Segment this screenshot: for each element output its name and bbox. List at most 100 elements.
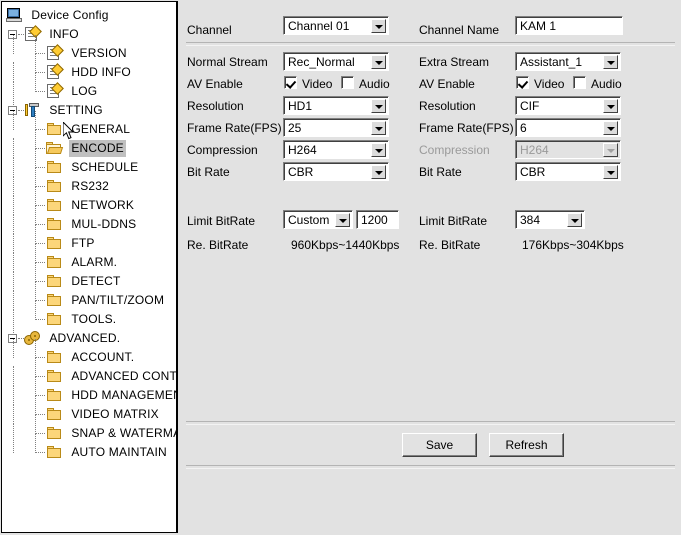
tree-item-network[interactable]: NETWORK: [2, 187, 176, 215]
tree-item-version[interactable]: VERSION: [2, 35, 176, 63]
limit-bitrate-select-right[interactable]: 384: [515, 210, 585, 229]
tree-item-ftp[interactable]: FTP: [2, 225, 176, 253]
chevron-down-icon[interactable]: [371, 19, 386, 33]
video-checkbox-left[interactable]: [284, 76, 297, 89]
tree-item-label: VERSION: [71, 46, 127, 60]
tree-item-schedule[interactable]: SCHEDULE: [2, 149, 176, 177]
limit-bitrate-label-right: Limit BitRate: [419, 214, 488, 228]
chevron-down-icon[interactable]: [603, 121, 618, 135]
tree-item-account[interactable]: ACCOUNT.: [2, 339, 176, 367]
resolution-label-right: Resolution: [419, 99, 476, 113]
tree-item-detect[interactable]: DETECT: [2, 263, 176, 291]
chevron-down-icon[interactable]: [371, 165, 386, 179]
tree-item-label: ADVANCED CONTROL.: [71, 369, 178, 383]
tree-item-tools[interactable]: TOOLS.: [2, 301, 176, 329]
document-pencil-icon: [46, 82, 64, 100]
limit-bitrate-select-left[interactable]: Custom: [283, 210, 353, 229]
chevron-down-icon[interactable]: [603, 55, 618, 69]
extra-stream-label: Extra Stream: [419, 55, 490, 69]
tree-item-label: MUL-DDNS: [71, 217, 137, 231]
video-label-left: Video: [302, 77, 333, 91]
normal-stream-value: Rec_Normal: [288, 55, 355, 69]
resolution-select-right[interactable]: CIF: [515, 96, 621, 115]
tree-item-label: NETWORK: [71, 198, 135, 212]
chevron-down-icon[interactable]: [603, 165, 618, 179]
gears-icon: [24, 330, 41, 347]
chevron-down-icon[interactable]: [371, 55, 386, 69]
config-tree-panel: Device Config INFO VERSION HDD INFO LOG …: [0, 0, 179, 535]
limit-bitrate-custom-input[interactable]: 1200: [356, 210, 399, 229]
audio-checkbox-left[interactable]: [341, 76, 354, 89]
av-enable-label-right: AV Enable: [419, 77, 475, 91]
tree-item-advanced-control[interactable]: ADVANCED CONTROL.: [2, 358, 178, 386]
resolution-select-left[interactable]: HD1: [283, 96, 389, 115]
tree-item-label: ADVANCED.: [49, 331, 121, 345]
limit-bitrate-value-left: Custom: [288, 213, 330, 227]
audio-checkbox-right[interactable]: [573, 76, 586, 89]
folder-icon: [46, 425, 63, 442]
document-pencil-icon: [24, 25, 42, 43]
normal-stream-select[interactable]: Rec_Normal: [283, 52, 389, 71]
tools-icon: [24, 102, 41, 119]
channel-select[interactable]: Channel 01: [283, 16, 389, 35]
chevron-down-icon[interactable]: [603, 99, 618, 113]
tree-item-encode[interactable]: ENCODE: [2, 130, 176, 158]
channel-name-input[interactable]: KAM 1: [515, 16, 623, 35]
extra-stream-select[interactable]: Assistant_1: [515, 52, 621, 71]
tree-item-general[interactable]: GENERAL: [2, 111, 176, 139]
bit-rate-value-left: CBR: [288, 165, 314, 179]
frame-rate-label-right: Frame Rate(FPS): [419, 121, 514, 135]
tree-item-label: PAN/TILT/ZOOM: [71, 293, 165, 307]
tree-item-info[interactable]: INFO: [2, 25, 176, 44]
channel-label: Channel: [187, 23, 232, 37]
frame-rate-label-left: Frame Rate(FPS): [187, 121, 282, 135]
channel-name-value: KAM 1: [520, 19, 557, 33]
tree-item-mul-ddns[interactable]: MUL-DDNS: [2, 206, 176, 234]
folder-icon: [46, 387, 63, 404]
chevron-down-icon[interactable]: [335, 213, 350, 227]
folder-icon: [46, 406, 63, 423]
tree-item-snap-watermark[interactable]: SNAP & WATERMARK: [2, 415, 176, 443]
frame-rate-select-left[interactable]: 25: [283, 118, 389, 137]
chevron-down-icon[interactable]: [371, 99, 386, 113]
save-button[interactable]: Save: [402, 433, 477, 457]
tree-item-rs232[interactable]: RS232: [2, 168, 176, 196]
compression-select-left[interactable]: H264: [283, 140, 389, 159]
re-bitrate-label-right: Re. BitRate: [419, 238, 481, 252]
folder-icon: [46, 235, 63, 252]
tree-item-video-matrix[interactable]: VIDEO MATRIX: [2, 396, 176, 424]
frame-rate-value-right: 6: [520, 121, 527, 135]
tree-item-log[interactable]: LOG: [2, 73, 176, 101]
chevron-down-icon[interactable]: [371, 121, 386, 135]
refresh-button[interactable]: Refresh: [489, 433, 564, 457]
re-bitrate-label-left: Re. BitRate: [187, 238, 249, 252]
av-enable-label-left: AV Enable: [187, 77, 243, 91]
tree-item-auto-maintain[interactable]: AUTO MAINTAIN: [2, 434, 176, 462]
audio-label-right: Audio: [591, 77, 622, 91]
tree-item-hdd-management[interactable]: HDD MANAGEMENT: [2, 377, 176, 405]
tree-item-pan-tilt-zoom[interactable]: PAN/TILT/ZOOM: [2, 282, 176, 310]
tree-item-label: VIDEO MATRIX: [71, 407, 159, 421]
channel-name-label: Channel Name: [419, 23, 500, 37]
folder-icon: [46, 178, 63, 195]
chevron-down-icon[interactable]: [371, 143, 386, 157]
video-checkbox-right[interactable]: [516, 76, 529, 89]
tree-item-hdd-info[interactable]: HDD INFO: [2, 54, 176, 82]
divider-actions-bottom: [186, 465, 675, 469]
limit-bitrate-custom-value: 1200: [361, 213, 388, 227]
tree-item-device-config[interactable]: Device Config: [2, 6, 176, 25]
config-tree[interactable]: Device Config INFO VERSION HDD INFO LOG …: [1, 1, 178, 533]
tree-item-setting[interactable]: SETTING: [2, 100, 176, 120]
folder-icon: [46, 273, 63, 290]
limit-bitrate-value-right: 384: [520, 213, 541, 227]
frame-rate-select-right[interactable]: 6: [515, 118, 621, 137]
tree-item-advanced[interactable]: ADVANCED.: [2, 328, 176, 348]
divider-actions-top: [186, 421, 675, 425]
tree-item-label: GENERAL: [71, 122, 131, 136]
bit-rate-select-right[interactable]: CBR: [515, 162, 621, 181]
bit-rate-select-left[interactable]: CBR: [283, 162, 389, 181]
extra-stream-value: Assistant_1: [520, 55, 583, 69]
computer-icon: [6, 7, 23, 24]
tree-item-alarm[interactable]: ALARM.: [2, 244, 176, 272]
chevron-down-icon[interactable]: [567, 213, 582, 227]
